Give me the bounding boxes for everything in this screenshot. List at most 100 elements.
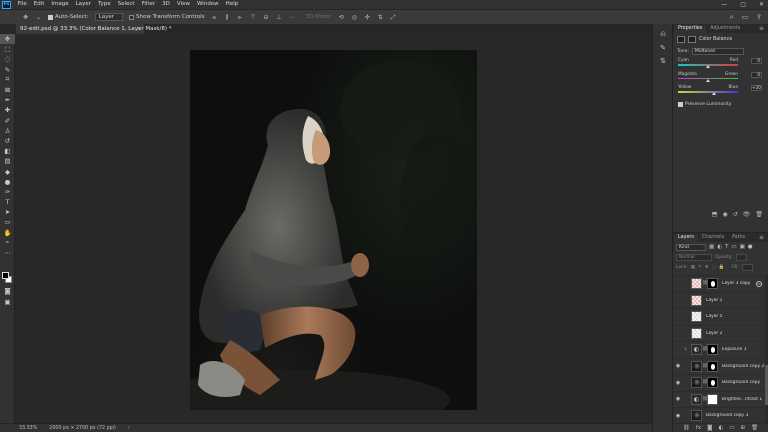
menu-select[interactable]: Select	[114, 0, 138, 9]
edit-toolbar-icon[interactable]: ⋯	[0, 248, 15, 258]
3d-roll-icon[interactable]: ◎	[351, 14, 358, 21]
new-group-icon[interactable]: ▭	[729, 425, 734, 431]
visibility-eye-icon[interactable]: ◉	[673, 396, 683, 402]
menu-type[interactable]: Type	[94, 0, 114, 9]
layer-row[interactable]: ◉ Layer 1	[673, 291, 765, 309]
quick-mask-icon[interactable]: ◙	[0, 286, 15, 296]
layer-name[interactable]: Background copy	[722, 380, 760, 385]
3d-pan-icon[interactable]: ✣	[364, 14, 371, 21]
history-icon[interactable]: ⎌	[653, 28, 673, 41]
pen-tool-icon[interactable]: ✑	[0, 187, 15, 197]
layer-name[interactable]: Layer 2	[706, 331, 722, 336]
layer-mask-thumbnail[interactable]	[707, 377, 718, 389]
smart-object-filter-icon[interactable]: ▣	[740, 244, 745, 250]
layer-row[interactable]: ◉ Layer 2	[673, 324, 765, 342]
clone-stamp-tool-icon[interactable]: ♙	[0, 126, 15, 136]
chevron-down-icon[interactable]: ⌄	[35, 14, 42, 21]
blend-mode-dropdown[interactable]: Normal	[676, 253, 712, 261]
visibility-eye-icon[interactable]: ◉	[673, 330, 683, 336]
align-left-icon[interactable]: ⫷	[210, 14, 217, 21]
visibility-eye-icon[interactable]: ◉	[673, 297, 683, 303]
align-top-icon[interactable]: ⊤	[249, 14, 256, 21]
auto-select-checkbox[interactable]: Auto-Select:	[48, 14, 89, 20]
layer-thumbnail[interactable]	[691, 360, 702, 372]
slider-thumb[interactable]	[706, 78, 710, 82]
slider-track[interactable]	[678, 91, 738, 93]
menu-filter[interactable]: Filter	[138, 0, 159, 9]
quick-select-tool-icon[interactable]: ✎	[0, 65, 15, 75]
tone-dropdown[interactable]: Midtones	[691, 48, 744, 55]
menu-file[interactable]: File	[14, 0, 30, 9]
visibility-eye-icon[interactable]: ◉	[673, 380, 683, 386]
slider-thumb[interactable]	[712, 92, 716, 95]
menu-edit[interactable]: Edit	[30, 0, 48, 9]
path-selection-tool-icon[interactable]: ➤	[0, 207, 15, 217]
panel-menu-icon[interactable]: ≡	[759, 233, 764, 242]
reset-icon[interactable]: ↺	[733, 211, 738, 218]
tab-channels[interactable]: Channels	[698, 234, 728, 242]
eyedropper-tool-icon[interactable]: ✒	[0, 95, 15, 105]
menu-layer[interactable]: Layer	[72, 0, 94, 9]
trash-icon[interactable]: 🗑	[755, 211, 763, 218]
hand-tool-icon[interactable]: ✋	[0, 228, 15, 238]
new-layer-icon[interactable]: ⊞	[740, 425, 745, 431]
canvas-area[interactable]	[15, 34, 652, 423]
layer-row[interactable]: ◉↓◐⛓Exposure 1	[673, 341, 765, 358]
close-tab-icon[interactable]: ×	[136, 24, 141, 34]
panel-menu-icon[interactable]: ≡	[759, 24, 764, 33]
gradient-tool-icon[interactable]: ▤	[0, 156, 15, 166]
clip-to-layer-icon[interactable]: ⬒	[712, 211, 718, 218]
preserve-luminosity-checkbox[interactable]: Preserve Luminosity	[673, 98, 768, 111]
share-icon[interactable]: ⇪	[756, 13, 762, 22]
layer-name[interactable]: Exposure 1	[722, 347, 747, 352]
layer-thumbnail[interactable]	[691, 278, 702, 290]
type-tool-icon[interactable]: T	[0, 197, 15, 207]
menu-view[interactable]: View	[173, 0, 193, 9]
menu-3d[interactable]: 3D	[159, 0, 174, 9]
show-transform-controls-checkbox[interactable]: Show Transform Controls	[129, 14, 204, 20]
layer-mask-icon[interactable]	[688, 36, 696, 43]
slider-thumb[interactable]	[706, 65, 710, 68]
type-filter-icon[interactable]: T	[725, 244, 728, 250]
slider-value-field[interactable]: +20	[751, 85, 762, 91]
align-right-icon[interactable]: ⫸	[236, 14, 243, 21]
color-slider[interactable]: Magenta Green 0	[673, 71, 768, 85]
layer-name[interactable]: Layer 3 copy	[722, 281, 750, 286]
visibility-icon[interactable]: 👁	[743, 211, 751, 218]
add-mask-icon[interactable]: ◙	[707, 425, 712, 431]
close-button[interactable]: ✕	[759, 0, 764, 9]
layer-name[interactable]: Layer 1	[706, 298, 722, 303]
foreground-color-swatch[interactable]	[2, 272, 9, 279]
align-center-icon[interactable]: ⫼	[223, 14, 230, 21]
lock-artboard-icon[interactable]: ⬚	[712, 265, 716, 270]
blur-tool-icon[interactable]: ◆	[0, 166, 15, 176]
menu-help[interactable]: Help	[222, 0, 242, 9]
visibility-eye-icon[interactable]: ◉	[673, 363, 683, 369]
lasso-tool-icon[interactable]: ◌	[0, 54, 15, 64]
tab-adjustments[interactable]: Adjustments	[706, 25, 744, 33]
layer-row[interactable]: ◉⛓Layer 3 copyfx	[673, 275, 765, 292]
filter-toggle-icon[interactable]: ●	[748, 244, 753, 250]
zoom-level[interactable]: 33.33%	[19, 426, 37, 431]
layer-name[interactable]: Background copy 2	[722, 364, 764, 369]
visibility-eye-icon[interactable]: ◉	[673, 314, 683, 320]
opacity-field[interactable]	[735, 253, 747, 261]
document-tab[interactable]: 92-edit.psd @ 33.3% (Color Balance 1, La…	[16, 24, 172, 34]
screen-mode-icon[interactable]: ▣	[0, 297, 15, 307]
lock-transparent-icon[interactable]: ▦	[691, 265, 695, 270]
3d-rotate-icon[interactable]: ⟲	[338, 14, 345, 21]
tab-paths[interactable]: Paths	[728, 234, 749, 242]
layer-thumbnail[interactable]	[691, 311, 702, 323]
eraser-tool-icon[interactable]: ◧	[0, 146, 15, 156]
trash-icon[interactable]: 🗑	[751, 425, 758, 431]
dodge-tool-icon[interactable]: ●	[0, 177, 15, 187]
visibility-eye-icon[interactable]: ◉	[673, 413, 683, 419]
healing-brush-tool-icon[interactable]: ✚	[0, 105, 15, 115]
fill-field[interactable]	[741, 263, 753, 271]
status-arrow-icon[interactable]: ›	[128, 426, 130, 431]
layer-thumbnail[interactable]: ◐	[691, 393, 702, 405]
pixel-filter-icon[interactable]: ▦	[709, 244, 714, 250]
more-options-icon[interactable]: ⋯	[288, 14, 295, 21]
layer-mask-thumbnail[interactable]	[707, 393, 718, 405]
layer-mask-thumbnail[interactable]	[707, 360, 718, 372]
